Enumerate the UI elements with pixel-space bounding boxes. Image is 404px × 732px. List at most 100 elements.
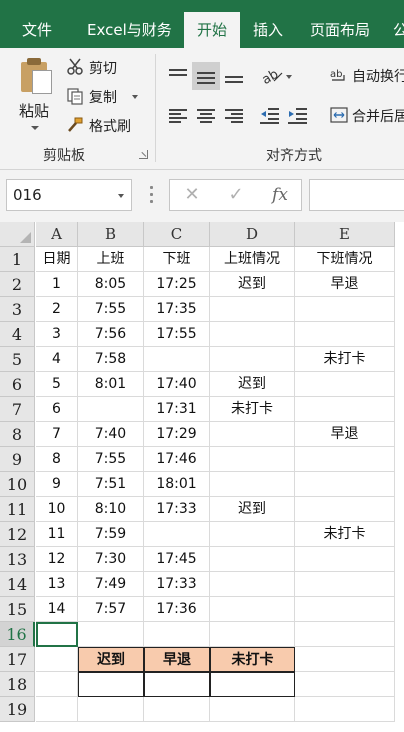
cell-c11[interactable]: 17:33 [144,497,210,522]
paste-button[interactable]: 粘贴 [12,56,60,138]
column-header-a[interactable]: A [36,222,78,247]
row-header-13[interactable]: 13 [0,547,35,572]
cell-a8[interactable]: 7 [36,422,78,447]
tab-page-layout[interactable]: 页面布局 [310,0,370,48]
cell-e9[interactable] [295,447,395,472]
cell-b12[interactable]: 7:59 [78,522,144,547]
summary-value-cell[interactable] [78,672,144,697]
row-header-16[interactable]: 16 [0,622,35,647]
column-header-c[interactable]: C [144,222,210,247]
cell-a12[interactable]: 11 [36,522,78,547]
cell-b7[interactable] [78,397,144,422]
cell-d3[interactable] [210,297,295,322]
cell-d7[interactable]: 未打卡 [210,397,295,422]
row-header-10[interactable]: 10 [0,472,35,497]
cell-b10[interactable]: 7:51 [78,472,144,497]
cell-c6[interactable]: 17:40 [144,372,210,397]
cell-d10[interactable] [210,472,295,497]
cell-e2[interactable]: 早退 [295,272,395,297]
enter-icon[interactable]: ✓ [214,180,258,210]
row-header-14[interactable]: 14 [0,572,35,597]
tab-file[interactable]: 文件 [22,0,52,48]
cell-e17[interactable] [295,647,395,672]
cell-a7[interactable]: 6 [36,397,78,422]
cell-e8[interactable]: 早退 [295,422,395,447]
cell-c5[interactable] [144,347,210,372]
align-bottom-button[interactable] [220,62,248,90]
tab-home[interactable]: 开始 [184,12,240,48]
cell-d9[interactable] [210,447,295,472]
cell-c12[interactable] [144,522,210,547]
orientation-button[interactable]: ab [258,62,296,90]
cell-b1[interactable]: 上班 [78,247,144,272]
cell-e1[interactable]: 下班情况 [295,247,395,272]
column-header-e[interactable]: E [295,222,395,247]
cell-b13[interactable]: 7:30 [78,547,144,572]
cell-a13[interactable]: 12 [36,547,78,572]
cell-e6[interactable] [295,372,395,397]
cell-b19[interactable] [78,697,144,722]
row-header-19[interactable]: 19 [0,697,35,722]
cell-c7[interactable]: 17:31 [144,397,210,422]
name-box[interactable]: 016 [6,179,132,211]
cell-e5[interactable]: 未打卡 [295,347,395,372]
tab-formulas-partial[interactable]: 公 [393,0,404,48]
tab-insert[interactable]: 插入 [253,0,283,48]
cell-d6[interactable]: 迟到 [210,372,295,397]
cell-e16[interactable] [295,622,395,647]
row-header-9[interactable]: 9 [0,447,35,472]
cell-c10[interactable]: 18:01 [144,472,210,497]
cell-a10[interactable]: 9 [36,472,78,497]
align-middle-button[interactable] [192,62,220,90]
row-header-2[interactable]: 2 [0,272,35,297]
copy-button[interactable]: 复制 [66,85,142,107]
insert-function-icon[interactable]: fx [258,180,302,210]
paste-dropdown-icon[interactable] [31,126,39,130]
cell-e19[interactable] [295,697,395,722]
cell-e18[interactable] [295,672,395,697]
clipboard-dialog-launcher-icon[interactable] [139,150,148,159]
summary-value-cell[interactable] [210,672,295,697]
increase-indent-button[interactable] [284,102,312,130]
cell-a4[interactable]: 3 [36,322,78,347]
cut-button[interactable]: 剪切 [66,56,136,78]
summary-header-cell[interactable]: 迟到 [78,647,144,672]
cell-b2[interactable]: 8:05 [78,272,144,297]
cell-d11[interactable]: 迟到 [210,497,295,522]
cell-e14[interactable] [295,572,395,597]
cell-c15[interactable]: 17:36 [144,597,210,622]
copy-dropdown-icon[interactable] [132,95,138,99]
formula-input[interactable] [309,179,404,211]
cell-d19[interactable] [210,697,295,722]
cell-a1[interactable]: 日期 [36,247,78,272]
cell-a9[interactable]: 8 [36,447,78,472]
cell-d15[interactable] [210,597,295,622]
decrease-indent-button[interactable] [256,102,284,130]
cell-d8[interactable] [210,422,295,447]
cell-a6[interactable]: 5 [36,372,78,397]
cell-b5[interactable]: 7:58 [78,347,144,372]
cell-c2[interactable]: 17:25 [144,272,210,297]
cell-b15[interactable]: 7:57 [78,597,144,622]
row-header-6[interactable]: 6 [0,372,35,397]
cell-c3[interactable]: 17:35 [144,297,210,322]
row-header-17[interactable]: 17 [0,647,35,672]
wrap-text-button[interactable]: ab 自动换行 [328,62,404,86]
cell-d16[interactable] [210,622,295,647]
row-header-12[interactable]: 12 [0,522,35,547]
merge-center-button[interactable]: 合并后居 [328,102,404,126]
cell-c16[interactable] [144,622,210,647]
cell-c1[interactable]: 下班 [144,247,210,272]
cell-d2[interactable]: 迟到 [210,272,295,297]
cell-a15[interactable]: 14 [36,597,78,622]
cell-e11[interactable] [295,497,395,522]
cell-c19[interactable] [144,697,210,722]
cell-d12[interactable] [210,522,295,547]
cell-a5[interactable]: 4 [36,347,78,372]
cell-a18[interactable] [36,672,78,697]
column-header-d[interactable]: D [210,222,295,247]
row-header-15[interactable]: 15 [0,597,35,622]
cell-b11[interactable]: 8:10 [78,497,144,522]
cell-b3[interactable]: 7:55 [78,297,144,322]
column-header-b[interactable]: B [78,222,144,247]
